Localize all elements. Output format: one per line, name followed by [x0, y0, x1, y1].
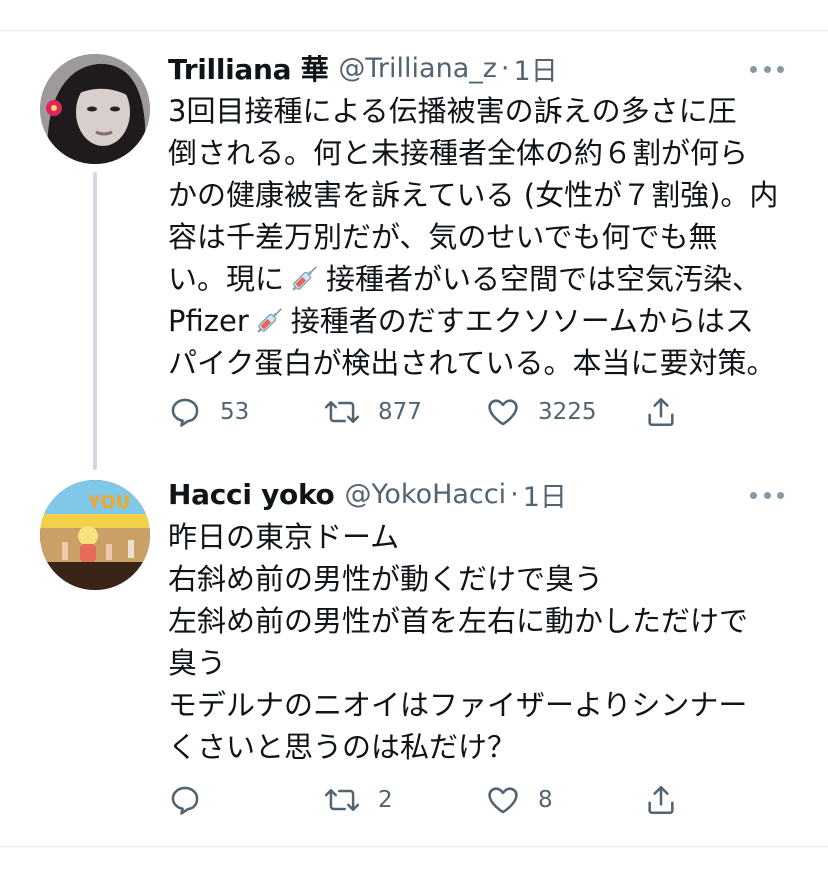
heart-icon: [488, 399, 518, 426]
tweet-actions: 2 8: [168, 780, 688, 820]
text-line: 右斜め前の男性が動くだけで臭う: [168, 562, 604, 596]
like-button[interactable]: 8: [486, 780, 553, 820]
share-icon: [648, 785, 674, 815]
text-line: 臭う: [168, 646, 227, 680]
author-name[interactable]: Hacci yoko: [168, 478, 335, 511]
syringe-emoji: [257, 308, 282, 333]
separator-dot: ·: [510, 478, 519, 510]
tweet-header: Hacci yoko @YokoHacci · 1日: [168, 474, 567, 514]
text-line: かの健康被害を訴えている (女性が７割強)。内: [168, 178, 779, 212]
text-line: 昨日の東京ドーム: [168, 520, 400, 554]
profile-photo-woman: [40, 54, 150, 164]
top-divider: [0, 30, 828, 31]
text-line: 3回目接種による伝播被害の訴えの多さに圧: [168, 94, 737, 128]
reply-button[interactable]: [168, 780, 202, 820]
thread-connector-line: [93, 172, 97, 470]
text-line: 左斜め前の男性が首を左右に動かしただけで: [168, 604, 749, 638]
like-count: 3225: [538, 399, 597, 425]
share-button[interactable]: [644, 780, 678, 820]
retweet-button[interactable]: 2: [324, 780, 393, 820]
author-name[interactable]: Trilliana 華: [168, 48, 329, 88]
reply-count: 53: [220, 399, 250, 425]
syringe-emoji: [292, 266, 317, 291]
like-button[interactable]: 3225: [486, 392, 597, 432]
text-line: Pfizer 接種者のだすエクソソームからはス: [168, 300, 798, 342]
retweet-button[interactable]: 877: [324, 392, 422, 432]
text-segment: Pfizer: [168, 304, 249, 338]
text-line: くさいと思うのは私だけ？: [168, 730, 517, 764]
retweet-count: 877: [378, 399, 422, 425]
retweet-icon: [324, 789, 360, 811]
text-line: 容は千差万別だが、気のせいでも何でも無: [168, 220, 718, 254]
text-line: モデルナのニオイはファイザーよりシンナー: [168, 688, 748, 722]
reply-icon: [171, 398, 199, 427]
more-icon[interactable]: [750, 64, 784, 74]
like-count: 8: [538, 787, 553, 813]
text-line: 倒される。何と未接種者全体の約６割が何ら: [168, 136, 749, 170]
text-line: い。現に 接種者がいる空間では空気汚染、: [168, 258, 798, 300]
bottom-divider: [0, 846, 828, 847]
profile-photo-stage-mascot: YOU: [40, 480, 150, 590]
text-segment: 接種者がいる空間では空気汚染、: [326, 262, 762, 296]
separator-dot: ·: [500, 52, 510, 84]
tweet-text: 昨日の東京ドーム 右斜め前の男性が動くだけで臭う 左斜め前の男性が首を左右に動か…: [168, 516, 798, 768]
text-line: パイク蛋白が検出されている。本当に要対策。: [168, 346, 776, 380]
author-handle[interactable]: @Trilliana_z: [338, 53, 497, 84]
reply-button[interactable]: 53: [168, 392, 249, 432]
author-handle[interactable]: @YokoHacci: [344, 479, 506, 510]
tweet-time[interactable]: 1日: [523, 475, 567, 514]
heart-icon: [488, 787, 518, 814]
retweet-count: 2: [378, 787, 393, 813]
avatar-trilliana[interactable]: [40, 54, 150, 164]
text-segment: い。現に: [168, 262, 285, 296]
more-icon[interactable]: [750, 490, 784, 500]
svg-text:YOU: YOU: [87, 492, 130, 513]
retweet-icon: [324, 401, 360, 423]
tweet-actions: 53 877 3225: [168, 392, 688, 432]
tweet-time[interactable]: 1日: [514, 49, 558, 88]
tweet-text: 3回目接種による伝播被害の訴えの多さに圧 倒される。何と未接種者全体の約６割が何…: [168, 90, 798, 384]
share-button[interactable]: [644, 392, 678, 432]
text-segment: 接種者のだすエクソソームからはス: [290, 304, 754, 338]
share-icon: [648, 397, 674, 427]
reply-icon: [171, 786, 199, 815]
avatar-hacci-yoko[interactable]: YOU: [40, 480, 150, 590]
tweet-header: Trilliana 華 @Trilliana_z · 1日: [168, 48, 558, 88]
